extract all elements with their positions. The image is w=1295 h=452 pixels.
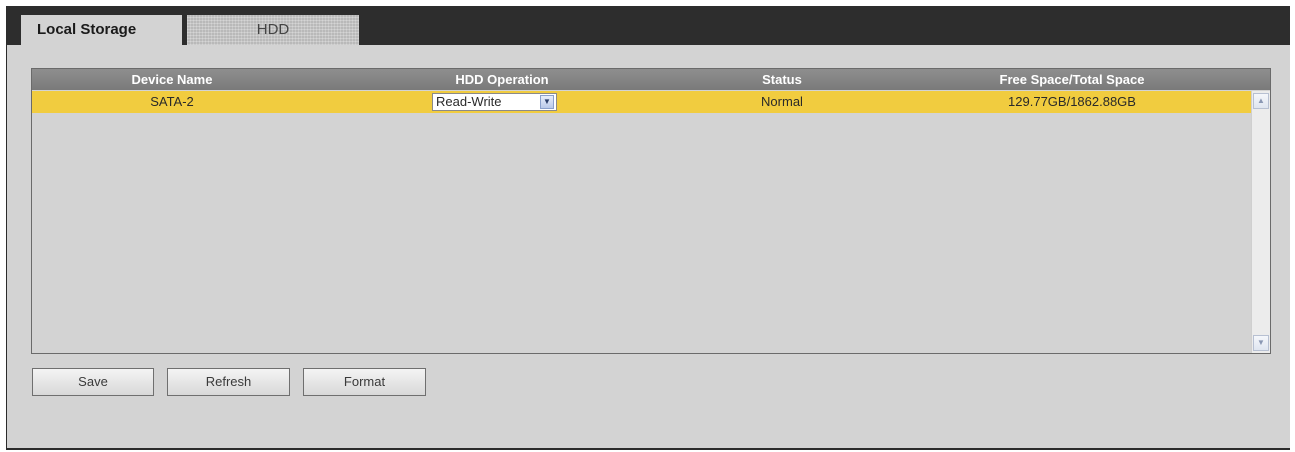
chevron-down-icon[interactable]: ▼ (540, 95, 554, 109)
local-storage-panel: Local Storage HDD Device Name HDD Operat… (6, 6, 1290, 450)
tab-local-storage[interactable]: Local Storage (21, 15, 182, 45)
format-button[interactable]: Format (303, 368, 426, 396)
tab-bar: Local Storage HDD (7, 6, 1290, 45)
hdd-table: Device Name HDD Operation Status Free Sp… (31, 68, 1271, 354)
header-device-name: Device Name (131, 72, 213, 87)
hdd-operation-select[interactable]: Read-Write ▼ (432, 93, 557, 111)
table-header: Device Name HDD Operation Status Free Sp… (32, 69, 1270, 90)
cell-free-total-space: 129.77GB/1862.88GB (1008, 94, 1136, 109)
header-hdd-operation: HDD Operation (455, 72, 549, 87)
table-scrollbar[interactable]: ▲ ▼ (1251, 91, 1270, 353)
chevron-up-icon[interactable]: ▲ (1253, 93, 1269, 109)
refresh-button[interactable]: Refresh (167, 368, 290, 396)
tab-hdd[interactable]: HDD (187, 15, 359, 45)
cell-status: Normal (761, 94, 803, 109)
chevron-down-icon[interactable]: ▼ (1253, 335, 1269, 351)
header-free-total-space: Free Space/Total Space (999, 72, 1145, 87)
header-status: Status (762, 72, 802, 87)
cell-device-name: SATA-2 (150, 94, 194, 109)
hdd-operation-value: Read-Write (436, 94, 502, 109)
table-row[interactable]: SATA-2 Read-Write ▼ Normal 129.77GB/1862… (32, 91, 1251, 113)
save-button[interactable]: Save (32, 368, 154, 396)
